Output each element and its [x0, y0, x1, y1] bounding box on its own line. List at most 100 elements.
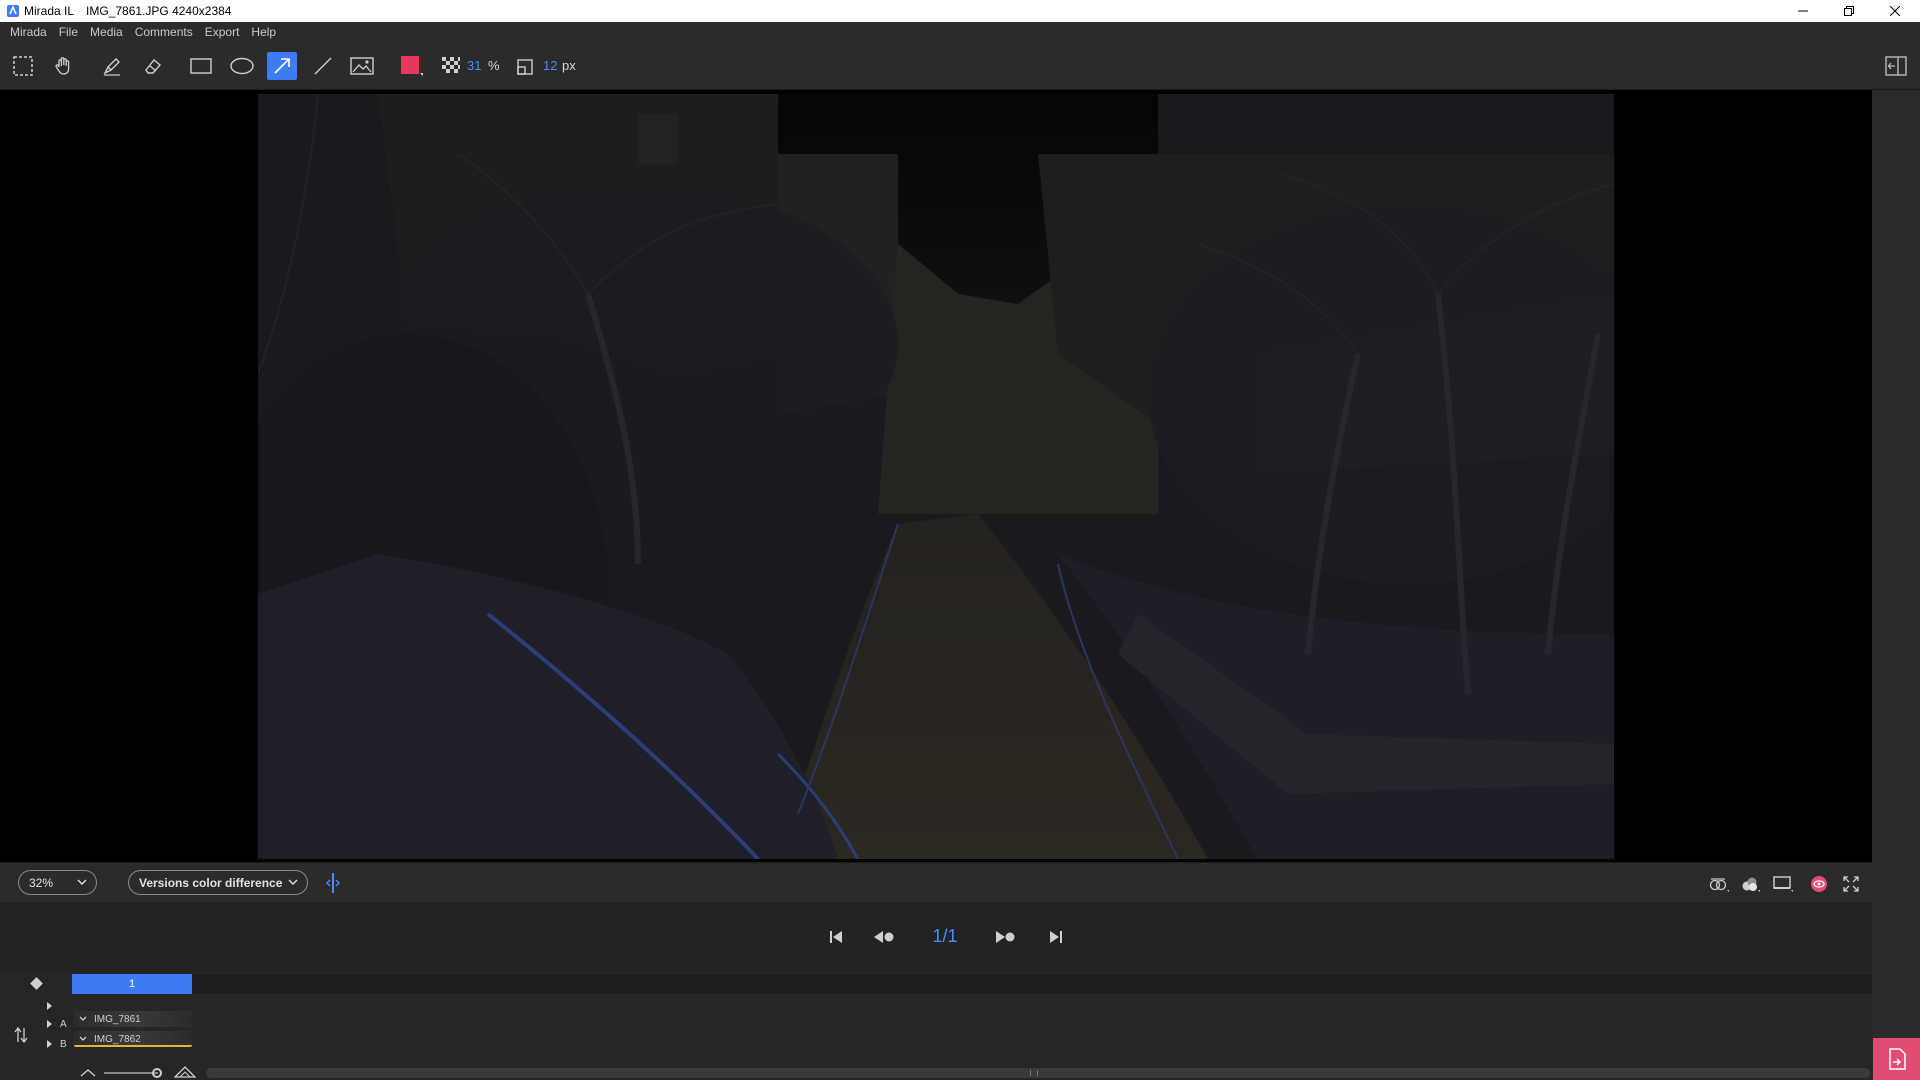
image-tool[interactable]	[347, 52, 377, 80]
brush-size-tool[interactable]	[509, 52, 539, 80]
menu-bar: Mirada File Media Comments Export Help	[0, 22, 1920, 42]
export-document-icon	[1888, 1048, 1906, 1070]
previous-frame-button[interactable]	[872, 926, 896, 948]
panel-collapse-icon	[1885, 56, 1907, 76]
close-button[interactable]	[1872, 0, 1918, 22]
restore-icon	[1844, 6, 1854, 16]
color-swatch-button[interactable]	[396, 52, 426, 80]
expand-track-icon	[47, 1040, 52, 1048]
expand-all-icon[interactable]	[46, 1001, 54, 1011]
go-to-end-button[interactable]	[1044, 926, 1068, 948]
step-forward-icon	[996, 931, 1015, 943]
frame-counter: 1/1	[932, 926, 958, 946]
timeline-zoom-track[interactable]	[104, 1072, 158, 1074]
ellipse-tool[interactable]	[227, 52, 257, 80]
monitor-icon	[1773, 876, 1793, 892]
annotation-toolbar: 31 % 12 px	[0, 42, 1920, 90]
fullscreen-icon	[1843, 876, 1859, 892]
color-management-button[interactable]	[1740, 874, 1762, 894]
menu-mirada[interactable]: Mirada	[4, 25, 53, 39]
timeline-current-frame[interactable]: 1	[72, 974, 192, 994]
minimize-button[interactable]	[1780, 0, 1826, 22]
track-b-clip-label: IMG_7862	[78, 1031, 141, 1047]
timeline-zoom-knob[interactable]	[152, 1068, 162, 1078]
eraser-icon	[145, 59, 161, 74]
window-title: IMG_7861.JPG 4240x2384	[86, 4, 232, 18]
next-frame-button[interactable]	[994, 926, 1018, 948]
viewer-control-bar: 32% Versions color difference	[0, 862, 1872, 902]
select-rect-tool[interactable]	[8, 52, 38, 80]
hand-icon	[55, 57, 70, 75]
mirada-window: Mirada IL IMG_7861.JPG 4240x2384 Mirada …	[0, 0, 1920, 1080]
timeline-ruler[interactable]	[72, 974, 1872, 994]
split-wipe-icon	[326, 873, 340, 893]
opacity-tool[interactable]	[436, 52, 466, 80]
opacity-value[interactable]: 31	[467, 58, 481, 73]
skip-start-icon	[830, 931, 842, 943]
menu-export[interactable]: Export	[199, 25, 246, 39]
skip-end-icon	[1050, 931, 1062, 943]
zoom-dropdown[interactable]: 32%	[18, 870, 97, 895]
split-wipe-button[interactable]	[322, 873, 344, 893]
step-back-icon	[874, 931, 894, 943]
difference-image[interactable]	[258, 94, 1614, 859]
size-value[interactable]: 12	[543, 58, 557, 73]
timeline: 1 A IMG_7861 B IMG_7862	[0, 972, 1872, 1080]
track-a-letter: A	[60, 1018, 67, 1030]
line-tool[interactable]	[308, 52, 338, 80]
color-drop-icon	[1742, 877, 1760, 892]
track-a-clip-label: IMG_7861	[78, 1011, 141, 1027]
brush-size-icon	[517, 59, 533, 75]
keyframe-diamond-icon[interactable]	[30, 977, 43, 990]
swap-tracks-icon[interactable]	[14, 1026, 28, 1044]
image-icon	[350, 57, 374, 75]
hand-tool[interactable]	[49, 52, 79, 80]
rectangle-tool[interactable]	[186, 52, 216, 80]
close-icon	[1890, 6, 1900, 16]
size-unit: px	[562, 58, 576, 73]
restore-button[interactable]	[1826, 0, 1872, 22]
app-logo-icon	[7, 4, 19, 17]
show-annotations-button[interactable]	[1808, 874, 1830, 894]
eraser-tool[interactable]	[138, 52, 168, 80]
marquee-select-icon	[13, 56, 33, 76]
chevron-down-icon	[79, 1036, 87, 1041]
menu-help[interactable]: Help	[245, 25, 282, 39]
zoom-out-mountain-icon[interactable]	[80, 1069, 96, 1077]
pen-icon	[103, 58, 120, 76]
menu-comments[interactable]: Comments	[129, 25, 199, 39]
scrollbar-grip[interactable]	[1030, 1070, 1038, 1076]
track-b-name: IMG_7862	[94, 1033, 141, 1045]
street-scene-image	[258, 94, 1614, 859]
channels-button[interactable]	[1708, 874, 1730, 894]
go-to-start-button[interactable]	[824, 926, 848, 948]
rectangle-icon	[190, 58, 212, 74]
right-side-panel	[1872, 56, 1920, 1080]
zoom-in-mountain-icon[interactable]	[174, 1066, 196, 1078]
chevron-down-icon	[77, 879, 87, 885]
color-swatch-icon	[401, 56, 423, 76]
arrow-tool[interactable]	[267, 52, 297, 80]
zoom-value: 32%	[29, 875, 54, 890]
opacity-unit: %	[488, 58, 500, 73]
expand-track-icon	[47, 1020, 52, 1028]
fullscreen-button[interactable]	[1840, 874, 1862, 894]
app-name: Mirada IL	[24, 4, 75, 18]
export-button[interactable]	[1873, 1038, 1920, 1080]
track-a-name: IMG_7861	[94, 1013, 141, 1025]
track-a-row[interactable]: A	[46, 1016, 67, 1032]
line-icon	[314, 57, 332, 75]
menu-media[interactable]: Media	[84, 25, 129, 39]
menu-file[interactable]: File	[53, 25, 84, 39]
minimize-icon	[1798, 10, 1808, 12]
track-b-row[interactable]: B	[46, 1036, 67, 1052]
timeline-scrollbar[interactable]	[206, 1068, 1870, 1078]
compare-mode-dropdown[interactable]: Versions color difference	[128, 870, 308, 895]
panel-toggle-button[interactable]	[1884, 54, 1908, 78]
track-b-letter: B	[60, 1038, 67, 1050]
ellipse-icon	[230, 57, 254, 75]
image-viewer[interactable]	[0, 90, 1872, 862]
display-mode-button[interactable]	[1772, 874, 1794, 894]
pen-tool[interactable]	[97, 52, 127, 80]
playback-controls: 1/1	[0, 902, 1872, 972]
